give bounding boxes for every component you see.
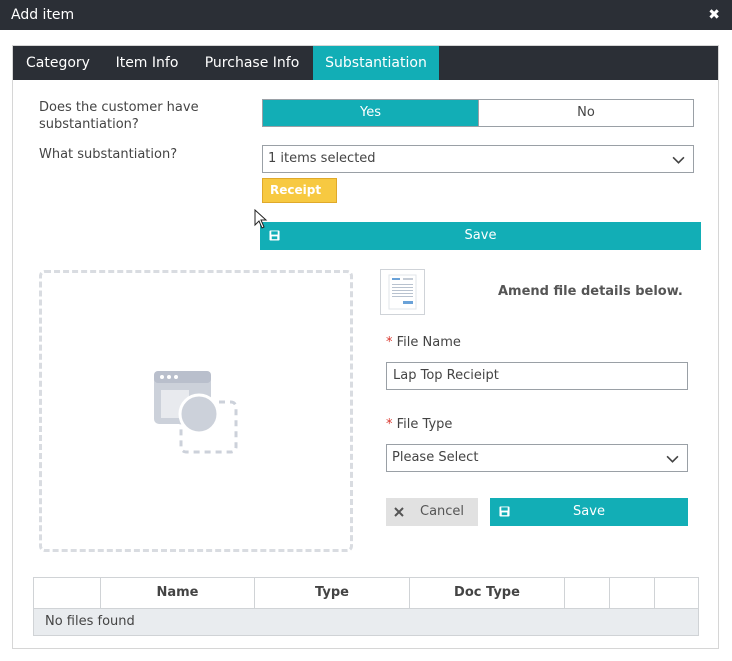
file-type-value: Please Select	[392, 450, 479, 465]
chevron-down-icon	[672, 156, 685, 164]
upload-placeholder-icon	[154, 371, 238, 454]
selected-tag-receipt[interactable]: Receipt ✖	[262, 178, 337, 220]
has-substantiation-toggle: Yes No	[262, 99, 694, 127]
file-type-label: * File Type	[386, 416, 452, 433]
multiselect-value: 1 items selected	[268, 151, 376, 166]
save-label: Save	[573, 504, 605, 519]
tag-label: Receipt	[270, 183, 322, 197]
file-name-label: * File Name	[386, 334, 461, 351]
tab-bar: Category Item Info Purchase Info Substan…	[13, 46, 718, 80]
file-thumbnail	[380, 269, 425, 315]
file-name-label-text: File Name	[396, 335, 461, 350]
what-substantiation-label: What substantiation?	[39, 147, 178, 162]
mouse-pointer-icon	[254, 209, 268, 229]
save-label: Save	[464, 228, 497, 243]
column-header-type[interactable]: Type	[255, 578, 410, 608]
file-dropzone[interactable]	[39, 270, 353, 552]
dialog-panel: Category Item Info Purchase Info Substan…	[12, 45, 719, 649]
file-save-button[interactable]: Save	[490, 498, 688, 526]
required-asterisk: *	[386, 335, 393, 350]
tab-item-info[interactable]: Item Info	[103, 46, 191, 80]
files-table: Name Type Doc Type No files found	[33, 577, 699, 636]
file-type-select[interactable]: Please Select	[386, 444, 688, 472]
column-header[interactable]	[565, 578, 610, 608]
column-header[interactable]	[655, 578, 698, 608]
floppy-icon	[269, 230, 280, 241]
amend-file-text: Amend file details below.	[498, 284, 683, 299]
column-header[interactable]	[34, 578, 101, 608]
required-asterisk: *	[386, 417, 393, 432]
tab-substantiation[interactable]: Substantiation	[313, 46, 439, 80]
remove-tag-icon[interactable]: ✖	[272, 206, 282, 220]
cancel-button[interactable]: Cancel	[386, 498, 478, 526]
empty-message: No files found	[45, 614, 135, 629]
close-icon	[394, 507, 404, 517]
column-header-name[interactable]: Name	[101, 578, 255, 608]
tab-category[interactable]: Category	[13, 46, 103, 80]
chevron-down-icon	[666, 455, 679, 463]
dialog-titlebar: Add item ✖	[0, 0, 732, 30]
cancel-label: Cancel	[420, 504, 465, 519]
column-header[interactable]	[610, 578, 655, 608]
file-name-input[interactable]: Lap Top Recieipt	[386, 362, 688, 390]
table-row: No files found	[34, 608, 698, 635]
has-substantiation-label: Does the customer have substantiation?	[39, 100, 199, 132]
close-icon[interactable]: ✖	[708, 7, 720, 23]
substantiation-save-button[interactable]: Save	[260, 222, 701, 250]
substantiation-multiselect[interactable]: 1 items selected	[262, 145, 694, 173]
tab-purchase-info[interactable]: Purchase Info	[191, 46, 313, 80]
no-option[interactable]: No	[478, 100, 693, 126]
file-type-label-text: File Type	[396, 417, 453, 432]
document-preview-icon	[388, 274, 417, 310]
dialog-title: Add item	[11, 7, 75, 23]
floppy-icon	[499, 506, 510, 517]
yes-option[interactable]: Yes	[263, 100, 478, 126]
column-header-doc-type[interactable]: Doc Type	[410, 578, 565, 608]
